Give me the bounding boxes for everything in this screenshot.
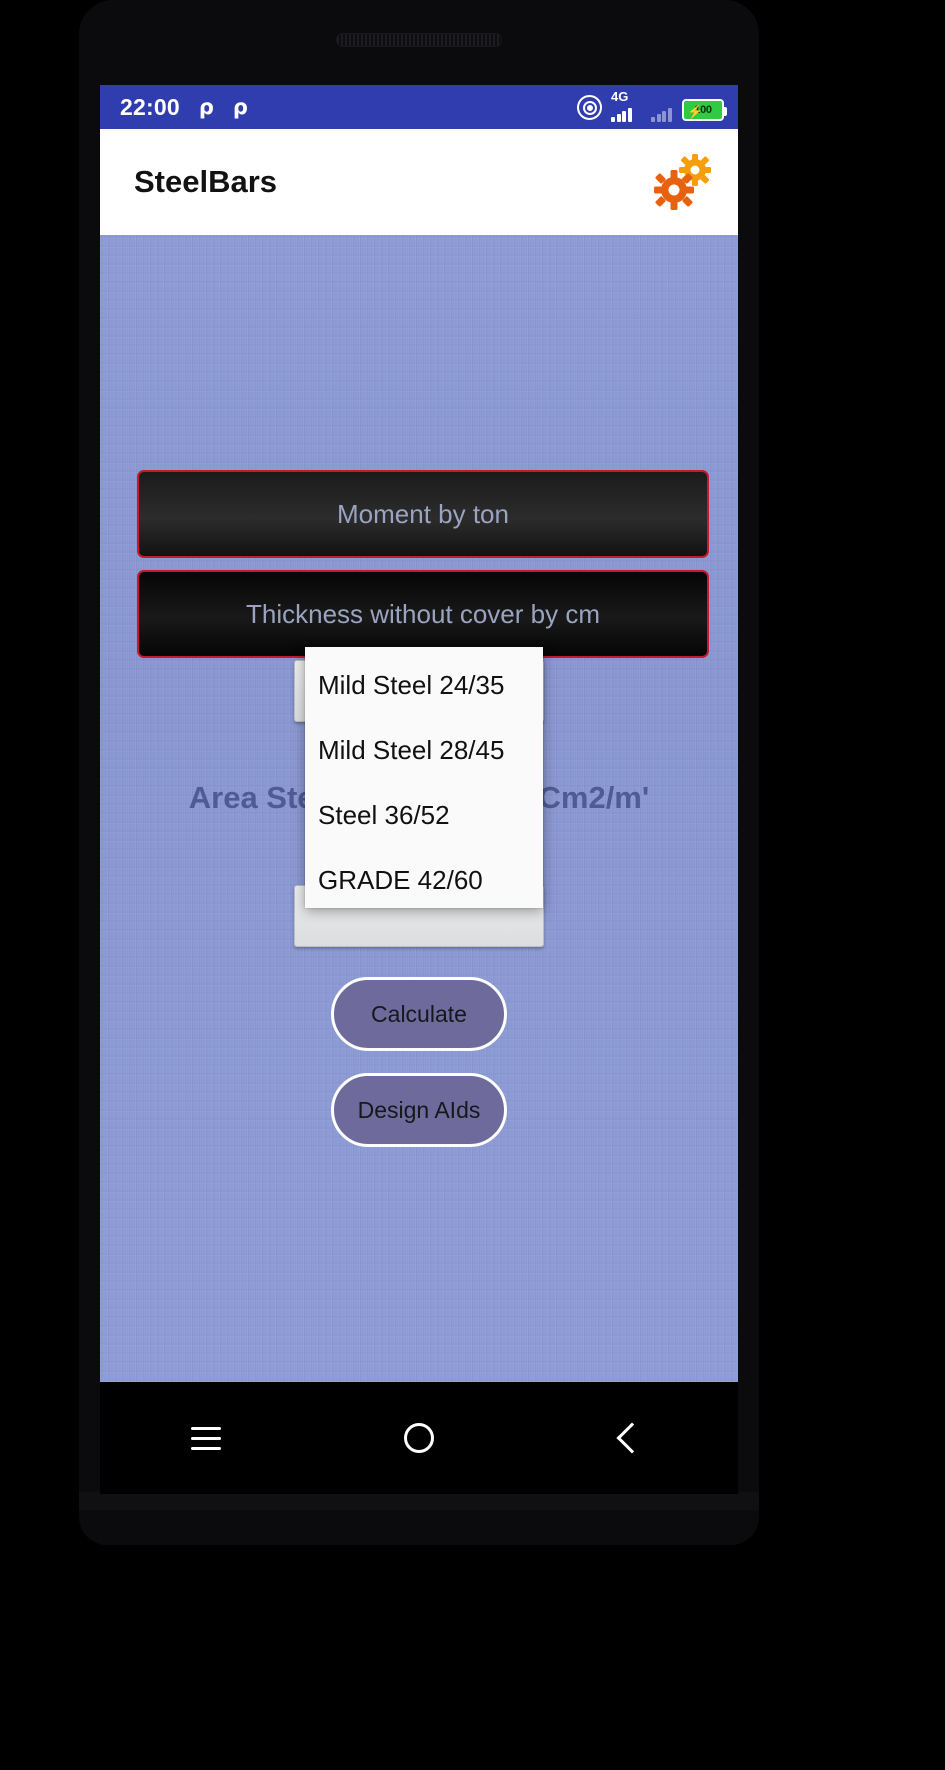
device-chin — [79, 1492, 759, 1510]
android-navigation-bar — [100, 1382, 738, 1494]
dropdown-item-mild-steel-28-45[interactable]: Mild Steel 28/45 — [305, 718, 543, 783]
phone-screen: 22:00 ρ ρ 4G ⚡ 100 SteelBars Moment by t… — [100, 85, 738, 1382]
status-icons-group: 4G ⚡ 100 — [577, 89, 727, 122]
p-app-icon-1: ρ — [198, 95, 214, 119]
cast-icon — [577, 95, 602, 120]
calculate-button-label: Calculate — [371, 1000, 467, 1027]
desk-surface — [0, 1700, 945, 1770]
back-button[interactable] — [597, 1403, 667, 1473]
design-aids-button[interactable]: Design AIds — [331, 1073, 507, 1147]
dropdown-item-grade-42-60[interactable]: GRADE 42/60 — [305, 848, 543, 913]
signal-4g-icon: 4G — [610, 89, 642, 122]
earpiece-speaker — [336, 33, 502, 47]
design-aids-button-label: Design AIds — [357, 1096, 481, 1123]
status-clock: 22:00 — [120, 93, 180, 120]
hamburger-icon — [191, 1426, 222, 1450]
chevron-left-icon — [616, 1422, 648, 1454]
steel-grade-dropdown-menu[interactable]: Mild Steel 24/35 Mild Steel 28/45 Steel … — [305, 647, 543, 908]
charging-bolt-icon: ⚡ — [687, 104, 704, 119]
circle-icon — [403, 1423, 434, 1453]
dropdown-item-mild-steel-24-35[interactable]: Mild Steel 24/35 — [305, 653, 543, 718]
battery-icon: ⚡ 100 — [682, 99, 727, 121]
home-button[interactable] — [384, 1403, 454, 1473]
calculate-button[interactable]: Calculate — [331, 977, 507, 1051]
app-bar: SteelBars — [100, 129, 738, 235]
network-type-label: 4G — [611, 89, 629, 104]
status-bar: 22:00 ρ ρ 4G ⚡ 100 — [100, 85, 738, 129]
recents-button[interactable] — [171, 1403, 241, 1473]
thickness-input[interactable]: Thickness without cover by cm — [137, 570, 709, 658]
thickness-input-placeholder: Thickness without cover by cm — [245, 598, 600, 629]
gears-icon[interactable] — [654, 154, 714, 210]
dropdown-item-steel-36-52[interactable]: Steel 36/52 — [305, 783, 543, 848]
moment-input-placeholder: Moment by ton — [337, 498, 509, 529]
page-title: SteelBars — [134, 164, 278, 199]
main-content: Moment by ton Thickness without cover by… — [100, 235, 738, 1382]
p-app-icon-2: ρ — [232, 95, 248, 119]
moment-input[interactable]: Moment by ton — [137, 470, 709, 558]
area-steel-unit: Cm2/m' — [538, 780, 650, 815]
signal-sim2-icon — [650, 104, 674, 122]
